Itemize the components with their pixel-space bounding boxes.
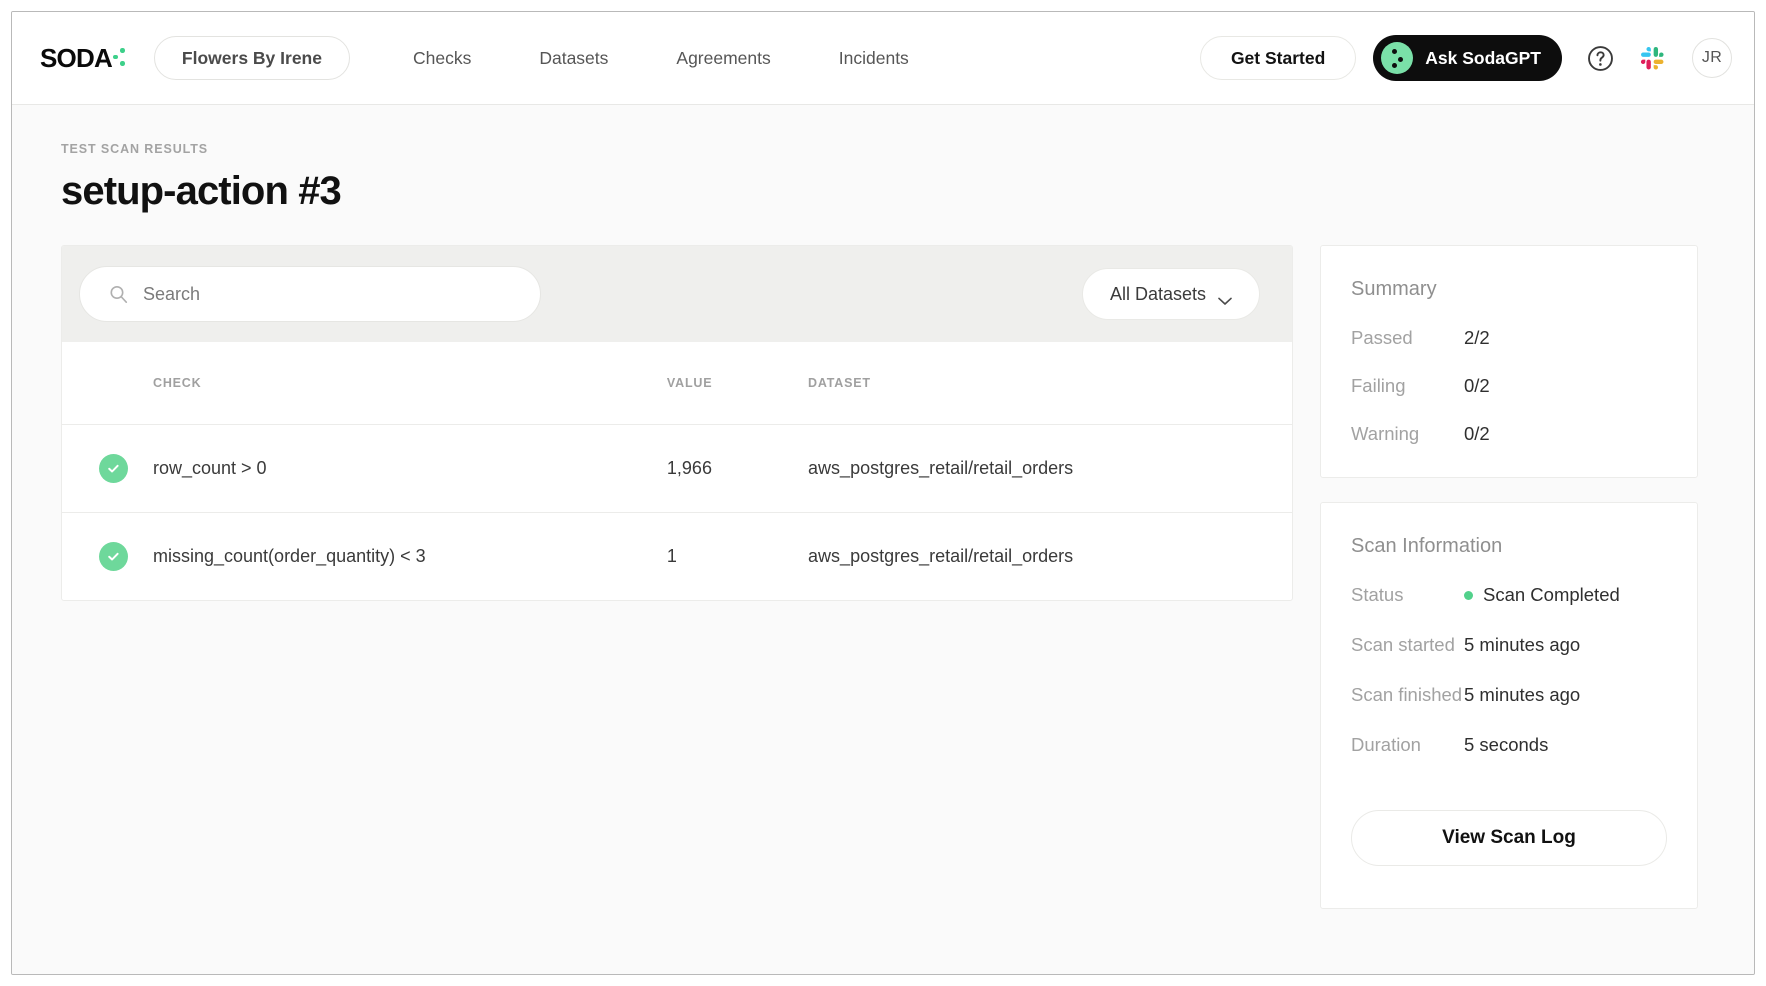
main-nav: Checks Datasets Agreements Incidents — [413, 40, 909, 77]
soda-logo[interactable]: SODA — [40, 43, 129, 74]
avatar-initials: JR — [1701, 49, 1723, 66]
table-header: CHECK VALUE DATASET — [62, 342, 1292, 425]
check-name: missing_count(order_quantity) < 3 — [153, 546, 426, 566]
content-row: All Datasets CHECK VALUE DATASE — [12, 214, 1754, 910]
scan-information-title: Scan Information — [1351, 535, 1503, 558]
scan-value-status-wrap: Scan Completed — [1464, 581, 1620, 609]
summary-title: Summary — [1351, 278, 1437, 300]
question-mark-circle-icon[interactable] — [1587, 45, 1614, 72]
summary-row-failing: Failing 0/2 — [1351, 372, 1667, 400]
breadcrumb-eyebrow: TEST SCAN RESULTS — [61, 142, 209, 156]
table-body: row_count > 0 1,966 aws_postgres_retail/… — [62, 424, 1292, 601]
check-results-card: All Datasets CHECK VALUE DATASE — [61, 245, 1293, 601]
results-toolbar: All Datasets — [62, 246, 1292, 342]
check-circle-icon — [99, 454, 128, 483]
column-header-dataset: DATASET — [808, 342, 1292, 425]
summary-card: Summary Passed 2/2 Failing 0/2 Warning 0… — [1320, 245, 1698, 479]
summary-label-passed: Passed — [1351, 327, 1413, 348]
scan-label-status: Status — [1351, 584, 1404, 606]
cell-check: missing_count(order_quantity) < 3 — [62, 513, 667, 601]
logo-text: SODA — [40, 42, 113, 73]
ask-sodagpt-button[interactable]: Ask SodaGPT — [1373, 35, 1562, 81]
table-row[interactable]: missing_count(order_quantity) < 3 1 aws_… — [62, 513, 1292, 601]
workspace-label: Flowers By Irene — [181, 47, 322, 68]
column-header-check: CHECK — [62, 342, 667, 425]
page-title: setup-action #3 — [61, 169, 342, 213]
scan-value-finished: 5 minutes ago — [1464, 683, 1581, 705]
summary-row-passed: Passed 2/2 — [1351, 324, 1667, 352]
ask-sodagpt-label: Ask SodaGPT — [1425, 47, 1541, 68]
slack-icon[interactable] — [1640, 46, 1665, 71]
app-window: SODA Flowers By Irene Checks Datasets Ag… — [11, 11, 1755, 975]
summary-value-warning: 0/2 — [1464, 422, 1490, 444]
scan-label-finished: Scan finished — [1351, 683, 1463, 705]
scan-row-started: Scan started 5 minutes ago — [1351, 631, 1667, 659]
sidebar: Summary Passed 2/2 Failing 0/2 Warning 0… — [1320, 245, 1698, 910]
scan-value-started: 5 minutes ago — [1464, 634, 1581, 655]
page-header: TEST SCAN RESULTS setup-action #3 — [12, 105, 1754, 214]
check-name: row_count > 0 — [153, 458, 267, 478]
workspace-selector[interactable]: Flowers By Irene — [153, 36, 350, 80]
column-header-value: VALUE — [666, 342, 809, 425]
table-header-row: CHECK VALUE DATASET — [62, 342, 1292, 425]
cell-dataset: aws_postgres_retail/retail_orders — [808, 546, 1074, 566]
view-scan-log-button[interactable]: View Scan Log — [1351, 810, 1667, 867]
cell-dataset: aws_postgres_retail/retail_orders — [808, 424, 1292, 513]
sodagpt-dots-icon — [1381, 42, 1414, 74]
cell-value: 1,966 — [666, 424, 809, 513]
scan-value-duration: 5 seconds — [1464, 733, 1549, 755]
scan-information-card: Scan Information Status Scan Completed S… — [1320, 502, 1698, 910]
summary-value-failing: 0/2 — [1464, 374, 1490, 396]
scan-label-started: Scan started — [1351, 634, 1455, 655]
summary-label-failing: Failing — [1351, 374, 1406, 396]
nav-item-agreements[interactable]: Agreements — [676, 40, 770, 77]
scan-value-status: Scan Completed — [1483, 584, 1620, 606]
summary-value-passed: 2/2 — [1464, 327, 1490, 348]
chevron-down-icon — [1218, 290, 1232, 305]
table-row[interactable]: row_count > 0 1,966 aws_postgres_retail/… — [62, 424, 1292, 513]
cell-value: 1 — [666, 546, 677, 566]
dataset-filter-label: All Datasets — [1109, 283, 1207, 304]
nav-item-checks[interactable]: Checks — [413, 40, 471, 77]
nav-item-datasets[interactable]: Datasets — [539, 40, 608, 77]
soda-dots-logo-icon — [112, 45, 129, 71]
search-field-wrapper — [79, 266, 541, 322]
dataset-filter-dropdown[interactable]: All Datasets — [1082, 268, 1260, 320]
summary-row-warning: Warning 0/2 — [1351, 420, 1667, 448]
scan-row-finished: Scan finished 5 minutes ago — [1351, 681, 1667, 709]
search-input[interactable] — [79, 266, 541, 322]
get-started-button[interactable]: Get Started — [1199, 36, 1357, 80]
check-circle-icon — [99, 542, 128, 571]
user-avatar[interactable]: JR — [1692, 38, 1732, 78]
nav-item-incidents[interactable]: Incidents — [839, 40, 909, 77]
top-navigation-bar: SODA Flowers By Irene Checks Datasets Ag… — [12, 12, 1754, 105]
scan-row-status: Status Scan Completed — [1351, 581, 1667, 609]
status-dot-icon — [1464, 590, 1473, 600]
summary-label-warning: Warning — [1351, 422, 1420, 444]
check-results-table: CHECK VALUE DATASET row_count > 0 1,966 … — [62, 342, 1292, 600]
scan-row-duration: Duration 5 seconds — [1351, 731, 1667, 759]
cell-check: row_count > 0 — [62, 424, 667, 513]
page-content: TEST SCAN RESULTS setup-action #3 Search… — [12, 105, 1754, 974]
scan-label-duration: Duration — [1351, 733, 1421, 755]
